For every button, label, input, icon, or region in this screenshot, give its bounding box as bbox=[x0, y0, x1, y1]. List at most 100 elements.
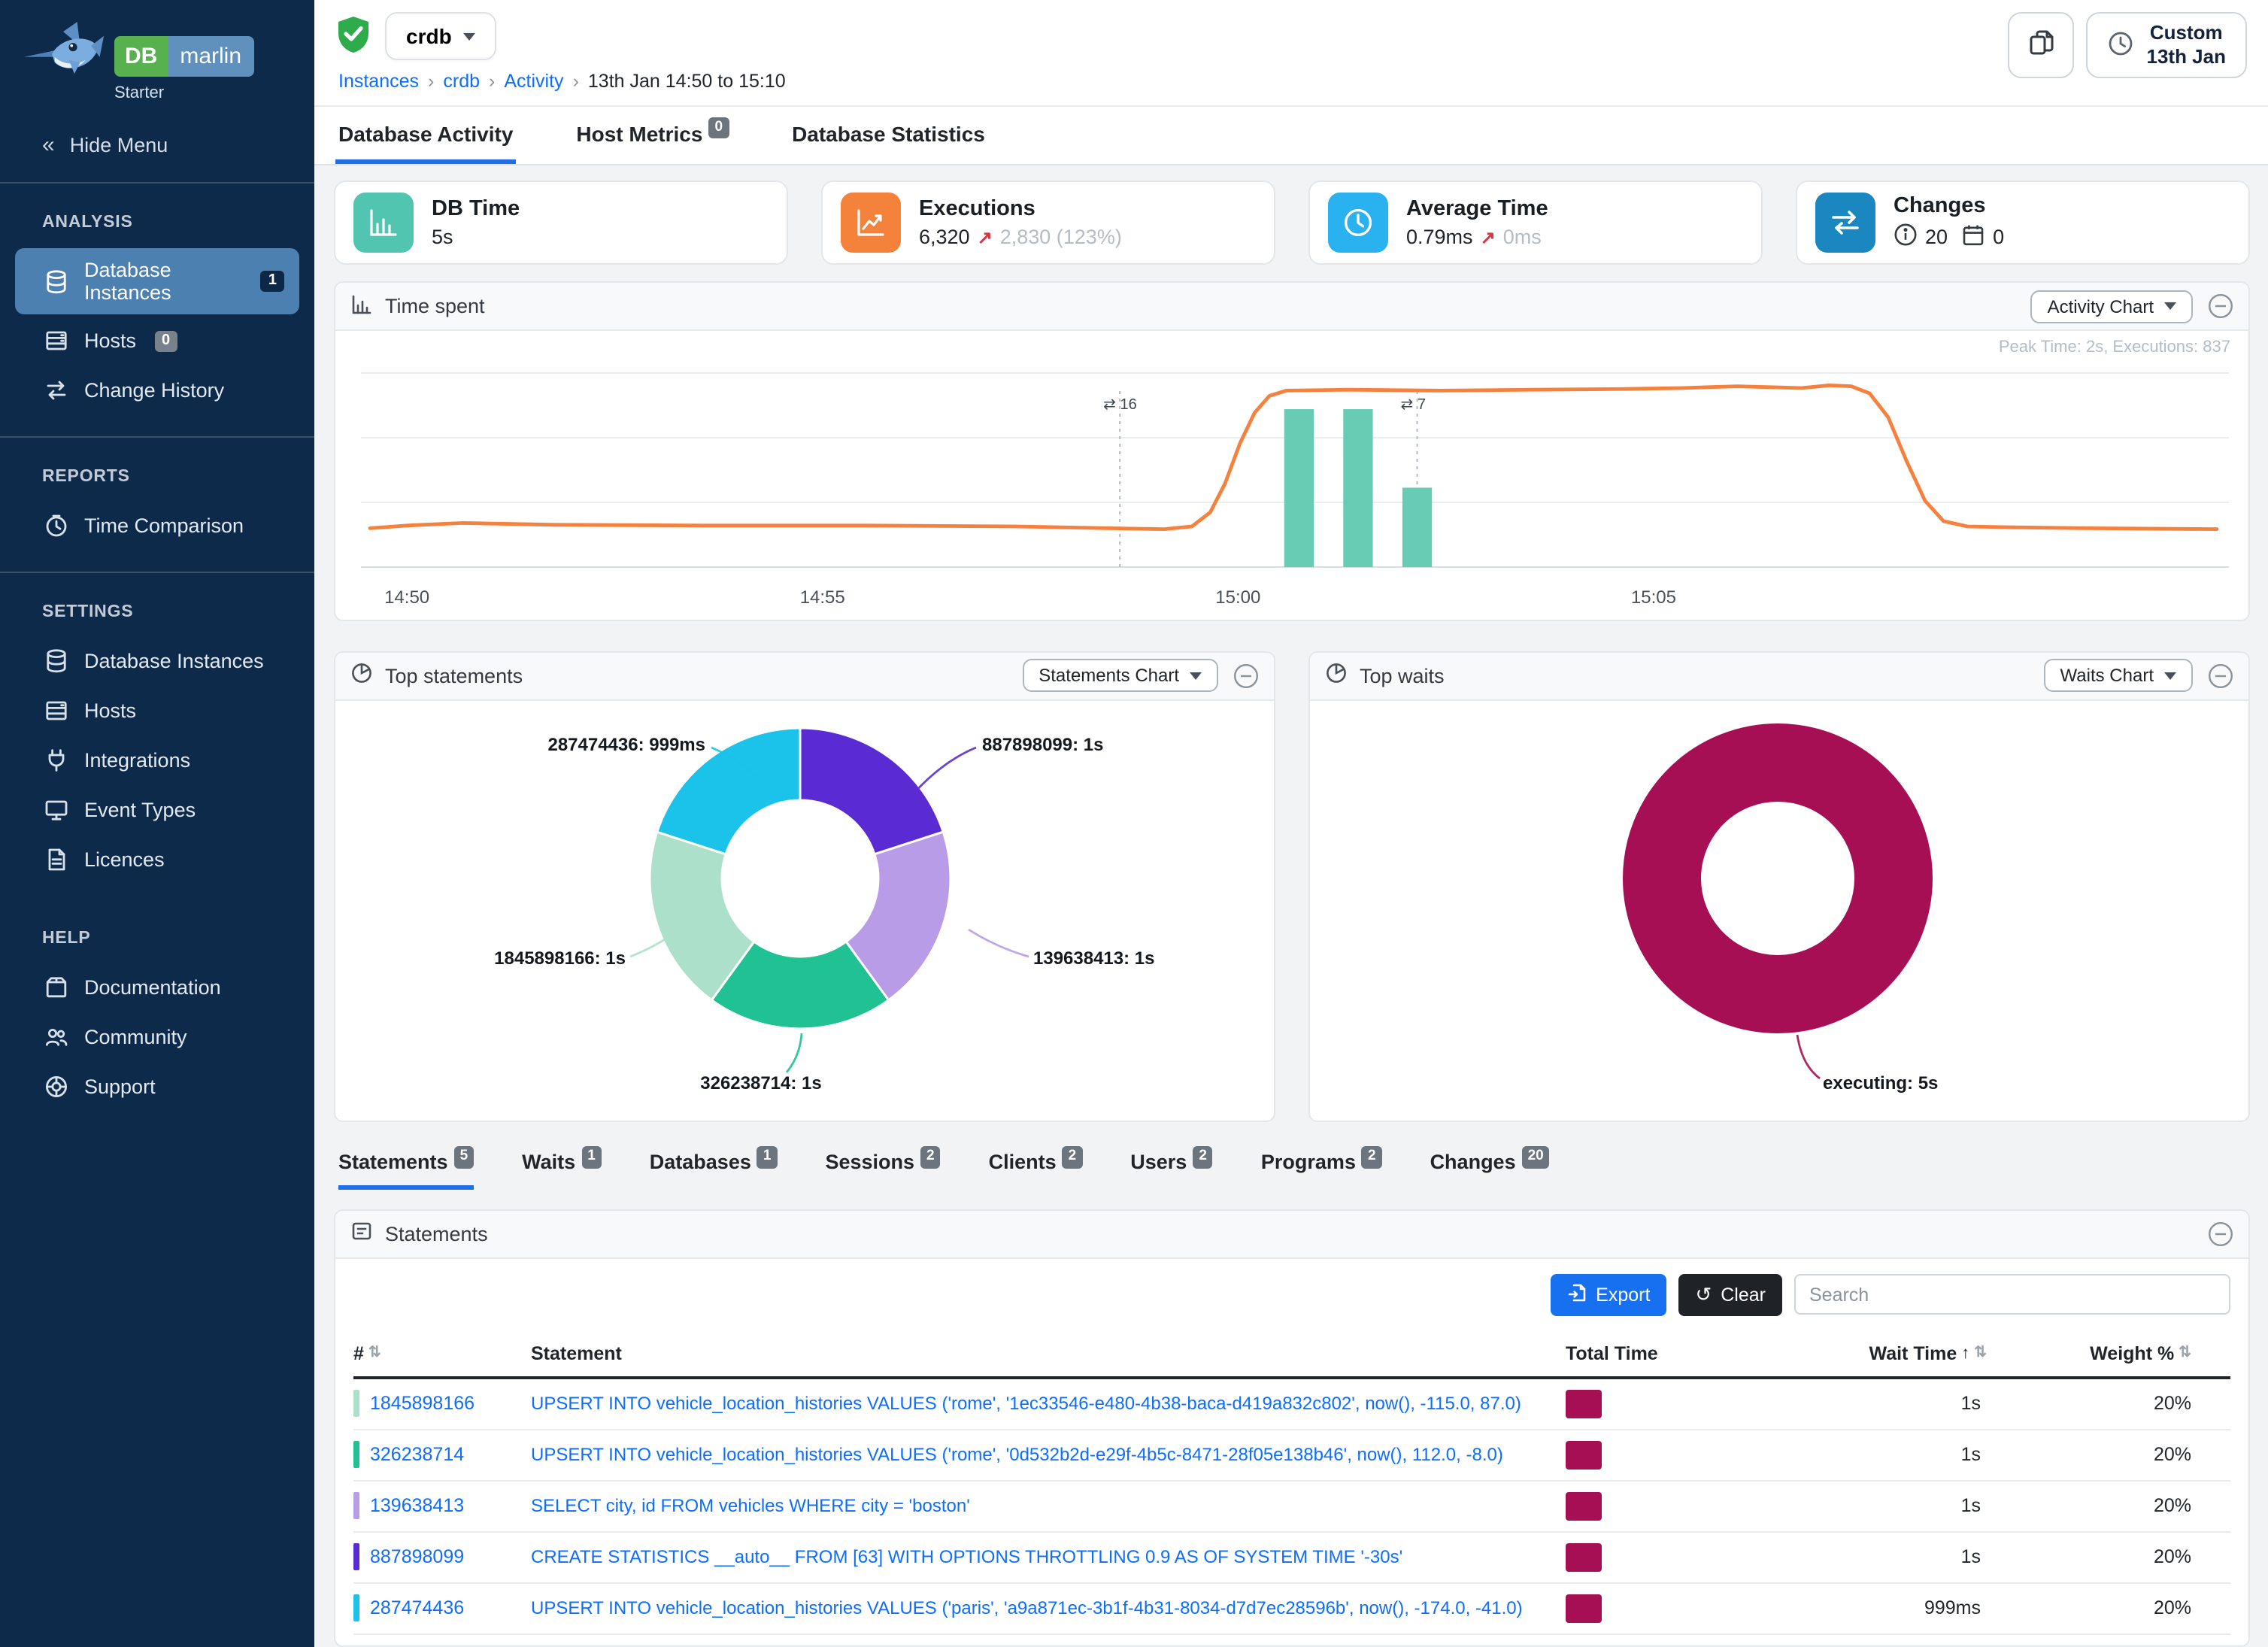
breadcrumb-activity[interactable]: Activity bbox=[504, 71, 563, 92]
table-row[interactable]: 1845898166 UPSERT INTO vehicle_location_… bbox=[353, 1379, 2230, 1430]
sidebar-item-event-types[interactable]: Event Types bbox=[15, 787, 299, 833]
breadcrumb-instances[interactable]: Instances bbox=[338, 71, 419, 92]
top-waits-chart-area[interactable]: executing: 5s bbox=[1310, 700, 2248, 1120]
time-spent-panel: Time spent Activity Chart Peak Time: 2s,… bbox=[334, 281, 2250, 620]
tab-host-metrics[interactable]: Host Metrics 0 bbox=[573, 107, 732, 164]
total-time-bar bbox=[1566, 1440, 1602, 1469]
host-metrics-badge: 0 bbox=[708, 117, 729, 138]
info-circle-icon[interactable] bbox=[1894, 223, 1918, 251]
clear-button[interactable]: ↺ Clear bbox=[1678, 1273, 1782, 1315]
search-input[interactable] bbox=[1794, 1274, 2230, 1315]
executions-value: 6,320 bbox=[919, 226, 970, 248]
statements-chart-select[interactable]: Statements Chart bbox=[1022, 659, 1218, 692]
tab-changes[interactable]: Changes20 bbox=[1430, 1150, 1550, 1189]
svg-text:⇄ 7: ⇄ 7 bbox=[1401, 396, 1426, 413]
table-row[interactable]: 326238714 UPSERT INTO vehicle_location_h… bbox=[353, 1430, 2230, 1481]
tab-waits[interactable]: Waits1 bbox=[522, 1150, 602, 1189]
statement-link[interactable]: UPSERT INTO vehicle_location_histories V… bbox=[531, 1444, 1566, 1465]
column-weight[interactable]: Weight %⇅ bbox=[1987, 1342, 2233, 1363]
server-icon bbox=[42, 328, 69, 353]
bar-chart-icon bbox=[353, 193, 414, 253]
chevron-down-icon bbox=[2164, 672, 2176, 679]
waits-chart-select[interactable]: Waits Chart bbox=[2044, 659, 2193, 692]
tab-database-statistics[interactable]: Database Statistics bbox=[789, 107, 988, 164]
top-statements-header: Top statements Statements Chart bbox=[335, 652, 1274, 700]
average-time-delta: 0ms bbox=[1503, 226, 1542, 248]
table-row[interactable]: 139638413 SELECT city, id FROM vehicles … bbox=[353, 1481, 2230, 1532]
activity-chart-select[interactable]: Activity Chart bbox=[2031, 290, 2193, 323]
column-total-time[interactable]: Total Time bbox=[1566, 1342, 1724, 1363]
svg-text:executing: 5s: executing: 5s bbox=[1823, 1072, 1938, 1093]
calendar-icon[interactable] bbox=[1961, 223, 1985, 251]
statements-table: #⇅ Statement Total Time Wait Time↑⇅ Weig… bbox=[353, 1333, 2230, 1647]
table-row[interactable]: 887898099 CREATE STATISTICS __auto__ FRO… bbox=[353, 1532, 2230, 1583]
sidebar-item-settings-database-instances[interactable]: Database Instances bbox=[15, 638, 299, 684]
statement-id-link[interactable]: 1845898166 bbox=[370, 1393, 475, 1414]
event-changes-count: 0 bbox=[1993, 226, 2004, 248]
statement-link[interactable]: UPSERT INTO vehicle_location_histories V… bbox=[531, 1597, 1566, 1618]
sidebar-item-licences[interactable]: Licences bbox=[15, 836, 299, 883]
export-button[interactable]: Export bbox=[1551, 1273, 1666, 1315]
average-time-value: 0.79ms bbox=[1406, 226, 1473, 248]
column-id[interactable]: #⇅ bbox=[353, 1342, 531, 1363]
clients-badge: 2 bbox=[1063, 1145, 1083, 1168]
statements-panel-header: Statements bbox=[335, 1210, 2248, 1258]
sidebar-item-integrations[interactable]: Integrations bbox=[15, 737, 299, 784]
collapse-panel-icon[interactable] bbox=[2208, 663, 2233, 688]
sidebar-item-time-comparison[interactable]: Time Comparison bbox=[15, 502, 299, 549]
users-badge: 2 bbox=[1193, 1145, 1213, 1168]
statement-id-link[interactable]: 326238714 bbox=[370, 1444, 464, 1465]
database-icon bbox=[42, 648, 69, 674]
time-spent-chart-area[interactable]: Peak Time: 2s, Executions: 837 ⇄ 16⇄ 714… bbox=[335, 331, 2248, 620]
tab-sessions[interactable]: Sessions2 bbox=[825, 1150, 940, 1189]
time-spent-chart[interactable]: ⇄ 16⇄ 714:5014:5515:0015:05 bbox=[335, 331, 2250, 620]
content-tabs: Database Activity Host Metrics 0 Databas… bbox=[314, 107, 2268, 165]
column-wait-time[interactable]: Wait Time↑⇅ bbox=[1724, 1342, 1987, 1363]
tab-users[interactable]: Users2 bbox=[1130, 1150, 1213, 1189]
total-time-bar bbox=[1566, 1594, 1602, 1622]
collapse-panel-icon[interactable] bbox=[1233, 663, 1259, 688]
copy-link-button[interactable] bbox=[2009, 12, 2075, 78]
clock-icon bbox=[42, 513, 69, 538]
sidebar-item-support[interactable]: Support bbox=[15, 1063, 299, 1110]
collapse-panel-icon[interactable] bbox=[2208, 293, 2233, 319]
top-statements-chart-area[interactable]: 887898099: 1s139638413: 1s326238714: 1s1… bbox=[335, 700, 1274, 1120]
statement-link[interactable]: SELECT city, id FROM vehicles WHERE city… bbox=[531, 1495, 1566, 1516]
sidebar-item-hosts[interactable]: Hosts 0 bbox=[15, 317, 299, 364]
info-changes-count: 20 bbox=[1925, 226, 1948, 248]
breadcrumb-crdb[interactable]: crdb bbox=[443, 71, 480, 92]
svg-text:326238714: 1s: 326238714: 1s bbox=[700, 1072, 821, 1093]
programs-badge: 2 bbox=[1362, 1145, 1382, 1168]
tab-clients[interactable]: Clients2 bbox=[989, 1150, 1083, 1189]
statement-id-link[interactable]: 887898099 bbox=[370, 1546, 464, 1567]
sidebar-item-change-history[interactable]: Change History bbox=[15, 367, 299, 414]
statement-color-chip bbox=[353, 1492, 359, 1519]
table-row[interactable]: 287474436 UPSERT INTO vehicle_location_h… bbox=[353, 1583, 2230, 1634]
sidebar-item-documentation[interactable]: Documentation bbox=[15, 964, 299, 1011]
statement-id-link[interactable]: 287474436 bbox=[370, 1597, 464, 1618]
tab-database-activity[interactable]: Database Activity bbox=[335, 107, 516, 164]
sidebar-item-community[interactable]: Community bbox=[15, 1014, 299, 1060]
statement-id-link[interactable]: 139638413 bbox=[370, 1495, 464, 1516]
main-content: crdb Instances›crdb›Activity›13th Jan 14… bbox=[314, 0, 2268, 1647]
tab-databases[interactable]: Databases1 bbox=[650, 1150, 778, 1189]
card-executions: Executions 6,320 ↗ 2,830 (123%) bbox=[821, 180, 1275, 265]
tab-statements[interactable]: Statements5 bbox=[338, 1150, 474, 1189]
sidebar-item-database-instances[interactable]: Database Instances 1 bbox=[15, 248, 299, 314]
statement-link[interactable]: CREATE STATISTICS __auto__ FROM [63] WIT… bbox=[531, 1546, 1566, 1567]
hide-menu-button[interactable]: « Hide Menu bbox=[0, 108, 314, 179]
top-statements-donut[interactable]: 887898099: 1s139638413: 1s326238714: 1s1… bbox=[335, 700, 1275, 1120]
statement-link[interactable]: UPSERT INTO vehicle_location_histories V… bbox=[531, 1393, 1566, 1414]
chevron-down-icon bbox=[2164, 302, 2176, 310]
changes-badge: 20 bbox=[1522, 1145, 1550, 1168]
time-range-button[interactable]: Custom 13th Jan bbox=[2087, 12, 2248, 78]
sidebar-item-settings-hosts[interactable]: Hosts bbox=[15, 687, 299, 734]
column-statement[interactable]: Statement bbox=[531, 1342, 1566, 1363]
weight-value: 20% bbox=[1987, 1546, 2233, 1567]
tab-programs[interactable]: Programs2 bbox=[1261, 1150, 1382, 1189]
app-logo[interactable]: DBmarlin Starter bbox=[0, 0, 314, 108]
instance-selector[interactable]: crdb bbox=[385, 12, 497, 60]
total-time-bar bbox=[1566, 1389, 1602, 1418]
collapse-panel-icon[interactable] bbox=[2208, 1221, 2233, 1246]
top-waits-donut[interactable]: executing: 5s bbox=[1310, 700, 2250, 1120]
